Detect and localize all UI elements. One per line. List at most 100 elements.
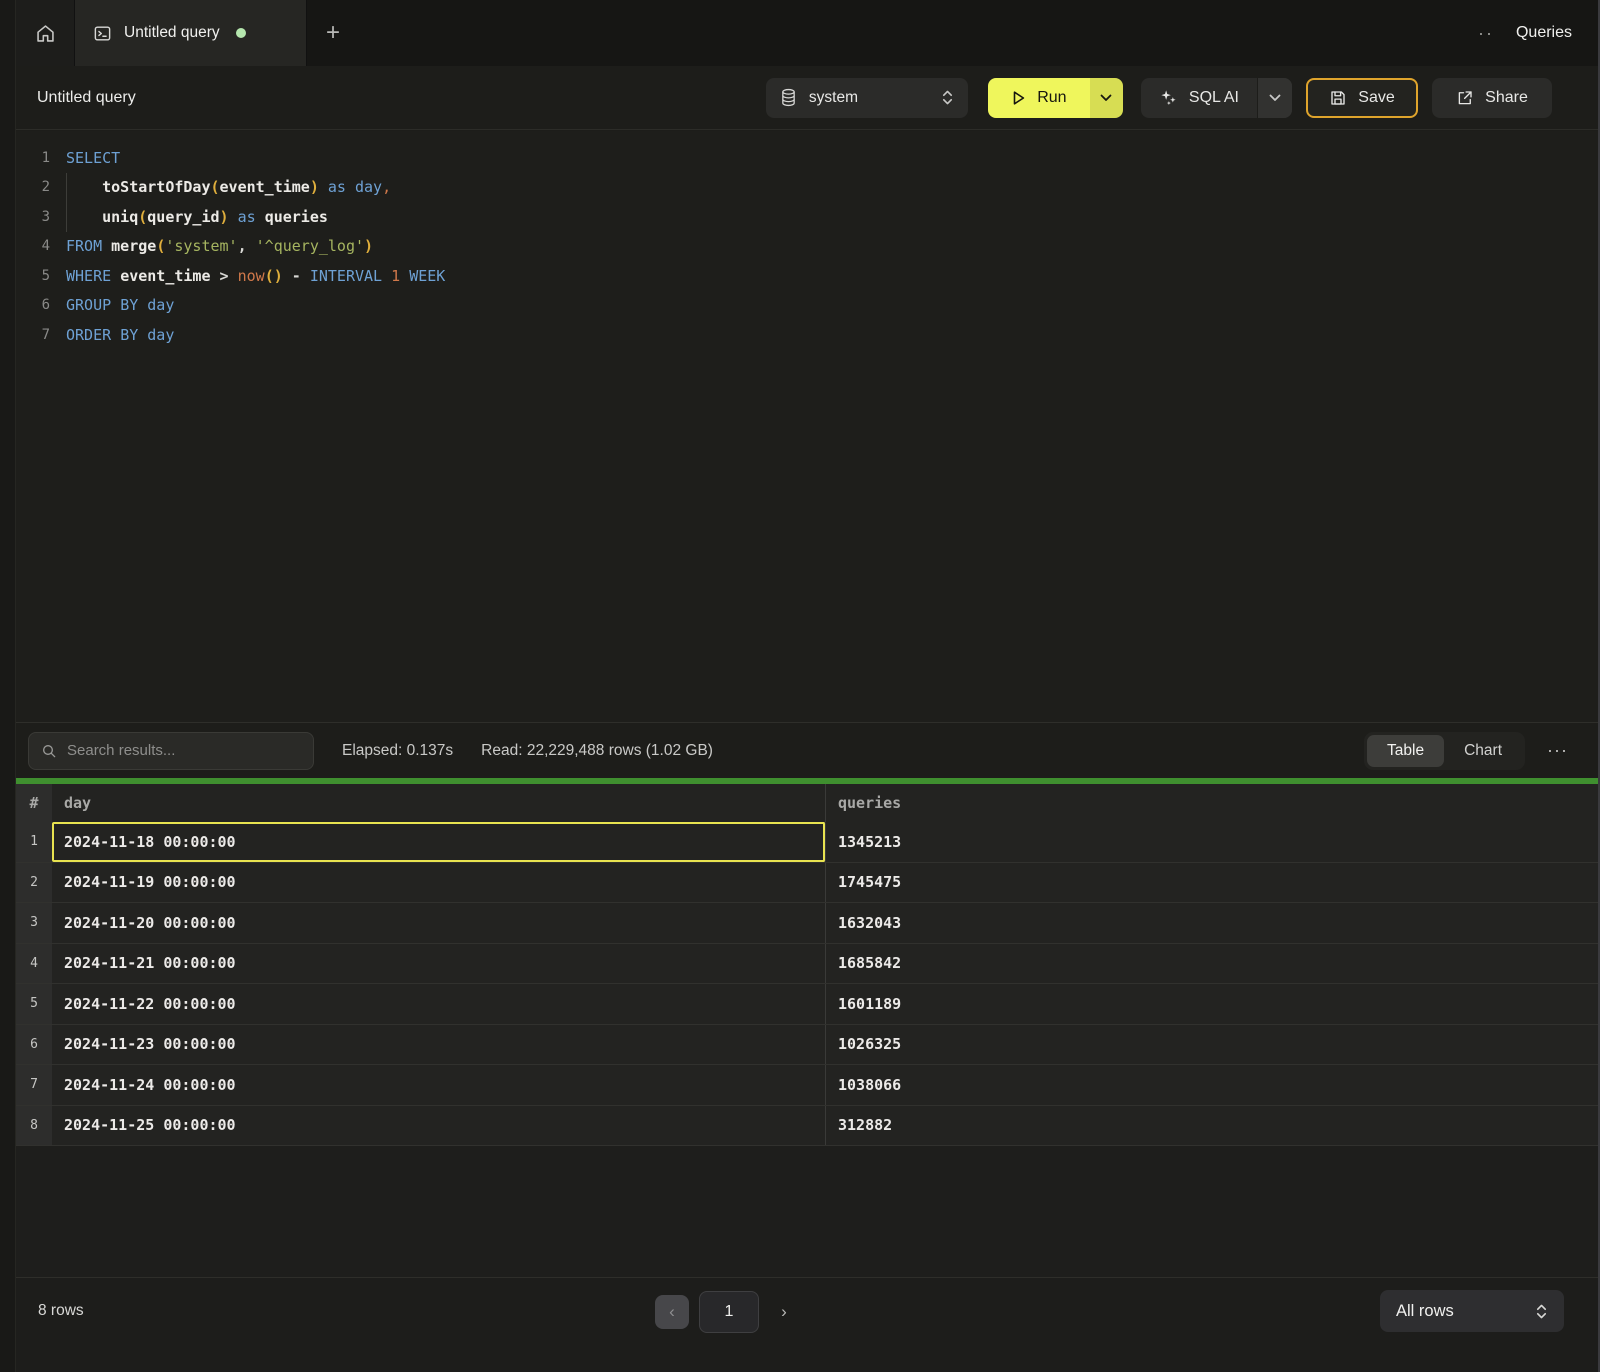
queries-cell[interactable]: 1685842 [826,944,1600,984]
home-icon [35,23,56,44]
run-button-group: Run [988,78,1123,118]
day-cell[interactable]: 2024-11-18 00:00:00 [52,822,826,862]
more-icon[interactable]: ·· [1478,23,1494,44]
row-index-cell: 2 [16,863,52,903]
header-row-index: # [16,784,52,822]
row-count: 8 rows [38,1302,84,1320]
query-title[interactable]: Untitled query [37,89,136,107]
sparkles-icon [1159,88,1178,107]
sql-ai-options-button[interactable] [1257,78,1292,118]
share-button[interactable]: Share [1432,78,1552,118]
row-index-cell: 4 [16,944,52,984]
grid-empty-area [16,1146,1600,1277]
view-toggle: Table Chart [1364,732,1525,770]
table-row: 32024-11-20 00:00:001632043 [16,903,1600,944]
sql-ai-button-group: SQL AI [1141,78,1292,118]
tab-label: Untitled query [124,24,220,42]
header-day-column[interactable]: day [52,784,826,822]
table-row: 72024-11-24 00:00:001038066 [16,1065,1600,1106]
updown-chevron-icon [1535,1303,1548,1320]
elapsed-stat: Elapsed: 0.137s [342,742,453,760]
queries-cell[interactable]: 1026325 [826,1025,1600,1065]
code-line: 7ORDER BY day [16,320,1600,350]
queries-cell[interactable]: 312882 [826,1106,1600,1146]
day-cell[interactable]: 2024-11-25 00:00:00 [52,1106,826,1146]
code-line: 4FROM merge('system', '^query_log') [16,232,1600,262]
queries-cell[interactable]: 1601189 [826,984,1600,1024]
queries-cell[interactable]: 1345213 [826,822,1600,862]
code-text: SELECT [66,143,120,173]
chevron-down-icon [1100,94,1112,102]
database-select[interactable]: system [766,78,968,118]
save-icon [1329,89,1347,107]
row-index-cell: 5 [16,984,52,1024]
results-footer: 8 rows ‹ 1 › All rows [16,1277,1600,1372]
day-cell[interactable]: 2024-11-23 00:00:00 [52,1025,826,1065]
rows-per-page-select[interactable]: All rows [1380,1290,1564,1332]
results-toolbar: Elapsed: 0.137s Read: 22,229,488 rows (1… [16,722,1600,778]
view-table-button[interactable]: Table [1367,735,1444,767]
row-index-cell: 8 [16,1106,52,1146]
sql-ai-button[interactable]: SQL AI [1141,78,1257,118]
run-button[interactable]: Run [988,78,1090,118]
save-button[interactable]: Save [1306,78,1418,118]
updown-chevron-icon [941,89,954,106]
row-index-cell: 3 [16,903,52,943]
table-row: 82024-11-25 00:00:00312882 [16,1106,1600,1147]
tab-untitled-query[interactable]: Untitled query [75,0,307,66]
row-index-cell: 7 [16,1065,52,1105]
add-tab-button[interactable]: + [307,0,359,66]
prev-page-button[interactable]: ‹ [655,1295,689,1329]
sql-console-window: Untitled query + ·· Queries Untitled que… [0,0,1600,1372]
results-grid: # day queries 12024-11-18 00:00:00134521… [16,784,1600,1146]
database-select-value: system [809,89,858,107]
share-label: Share [1485,89,1528,107]
day-cell[interactable]: 2024-11-21 00:00:00 [52,944,826,984]
next-page-button[interactable]: › [769,1295,799,1329]
line-number: 5 [16,268,66,284]
code-text: FROM merge('system', '^query_log') [66,232,373,262]
code-line: 6GROUP BY day [16,291,1600,321]
header-queries-column[interactable]: queries [826,784,1600,822]
queries-cell[interactable]: 1632043 [826,903,1600,943]
terminal-icon [93,24,112,43]
save-label: Save [1358,89,1394,107]
share-icon [1456,89,1474,107]
code-text: WHERE event_time > now() - INTERVAL 1 WE… [66,261,445,291]
queries-cell[interactable]: 1038066 [826,1065,1600,1105]
code-text: toStartOfDay(event_time) as day, [66,173,391,203]
code-text: GROUP BY day [66,291,174,321]
rows-per-page-value: All rows [1396,1302,1454,1321]
search-icon [41,743,57,759]
table-row: 12024-11-18 00:00:001345213 [16,822,1600,863]
query-toolbar: Untitled query system [16,66,1600,130]
day-cell[interactable]: 2024-11-24 00:00:00 [52,1065,826,1105]
pagination: ‹ 1 › [655,1291,799,1333]
day-cell[interactable]: 2024-11-19 00:00:00 [52,863,826,903]
code-line: 1SELECT [16,143,1600,173]
play-icon [1011,90,1026,106]
line-number: 2 [16,179,66,195]
table-row: 62024-11-23 00:00:001026325 [16,1025,1600,1066]
database-icon [780,88,797,107]
table-row: 52024-11-22 00:00:001601189 [16,984,1600,1025]
table-row: 42024-11-21 00:00:001685842 [16,944,1600,985]
sql-editor[interactable]: 1SELECT 2 toStartOfDay(event_time) as day… [16,131,1600,722]
queries-link[interactable]: Queries [1516,24,1572,42]
search-results-box[interactable] [28,732,314,770]
view-chart-button[interactable]: Chart [1444,735,1522,767]
tab-bar: Untitled query + ·· Queries [16,0,1600,66]
code-line: 5WHERE event_time > now() - INTERVAL 1 W… [16,261,1600,291]
run-label: Run [1037,89,1066,107]
queries-cell[interactable]: 1745475 [826,863,1600,903]
current-page-button[interactable]: 1 [699,1291,759,1333]
day-cell[interactable]: 2024-11-20 00:00:00 [52,903,826,943]
unsaved-dot-icon [236,28,246,38]
search-results-input[interactable] [67,742,301,759]
read-stat: Read: 22,229,488 rows (1.02 GB) [481,742,713,760]
home-button[interactable] [16,0,75,66]
line-number: 6 [16,297,66,313]
day-cell[interactable]: 2024-11-22 00:00:00 [52,984,826,1024]
run-options-button[interactable] [1090,78,1123,118]
results-more-icon[interactable]: ··· [1543,740,1572,761]
